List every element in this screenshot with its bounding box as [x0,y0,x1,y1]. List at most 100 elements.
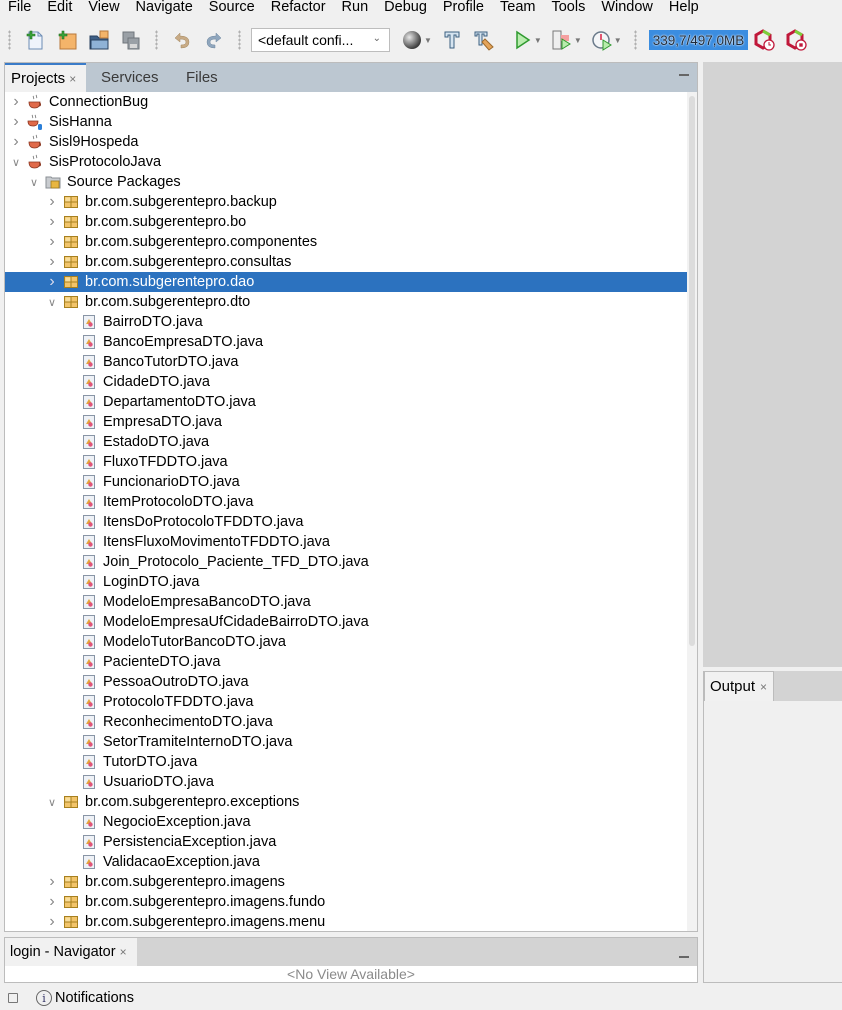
toolbar-grip[interactable] [238,30,241,50]
build-button[interactable] [438,26,466,54]
chevron-right-icon[interactable]: › [45,233,59,251]
chevron-right-icon[interactable]: › [9,93,23,111]
run-button[interactable] [508,26,536,54]
tree-item-package[interactable]: › br.com.subgerentepro.imagens.fundo [5,892,689,912]
tree-item-file[interactable]: DepartamentoDTO.java [5,392,689,412]
menu-file[interactable]: File [0,0,39,14]
close-icon[interactable]: × [760,680,767,694]
chevron-right-icon[interactable]: › [9,133,23,151]
tree-item-package[interactable]: › br.com.subgerentepro.backup [5,192,689,212]
info-icon[interactable]: i [36,990,52,1006]
close-icon[interactable]: × [120,945,127,959]
clean-build-button[interactable] [470,26,498,54]
tree-item-file[interactable]: BancoEmpresaDTO.java [5,332,689,352]
tree-item-project[interactable]: ∨ SisProtocoloJava [5,152,689,172]
tree-item-file[interactable]: ReconhecimentoDTO.java [5,712,689,732]
tree-item-package[interactable]: › br.com.subgerentepro.componentes [5,232,689,252]
menu-tools[interactable]: Tools [543,0,593,14]
debug-button[interactable] [548,26,576,54]
profile-button[interactable] [588,26,616,54]
chevron-down-icon[interactable]: ∨ [27,176,41,189]
tree-item-file[interactable]: NegocioException.java [5,812,689,832]
chevron-right-icon[interactable]: › [45,873,59,891]
tree-item-project[interactable]: › Sisl9Hospeda [5,132,689,152]
chevron-down-icon[interactable]: ∨ [45,796,59,809]
window-restore-icon[interactable] [8,993,18,1003]
memory-indicator[interactable]: 339,7/497,0MB [648,30,749,50]
menu-help[interactable]: Help [661,0,707,14]
toolbar-grip[interactable] [155,30,158,50]
tree-item-package[interactable]: ∨ br.com.subgerentepro.exceptions [5,792,689,812]
tree-item-file[interactable]: ItemProtocoloDTO.java [5,492,689,512]
new-project-button[interactable] [53,26,81,54]
chevron-down-icon[interactable]: ∨ [9,156,23,169]
menu-run[interactable]: Run [334,0,377,14]
tree-item-package[interactable]: › br.com.subgerentepro.bo [5,212,689,232]
browser-dropdown-icon[interactable]: ▼ [424,36,432,45]
menu-window[interactable]: Window [593,0,661,14]
tree-item-file[interactable]: SetorTramiteInternoDTO.java [5,732,689,752]
undo-button[interactable] [168,26,196,54]
redo-button[interactable] [200,26,228,54]
tree-item-file[interactable]: ValidacaoException.java [5,852,689,872]
chevron-right-icon[interactable]: › [45,273,59,291]
tab-files[interactable]: Files [180,63,224,92]
toolbar-grip[interactable] [633,30,637,50]
chevron-right-icon[interactable]: › [45,193,59,211]
tree-item-file[interactable]: ModeloEmpresaUfCidadeBairroDTO.java [5,612,689,632]
tree-item-file[interactable]: Join_Protocolo_Paciente_TFD_DTO.java [5,552,689,572]
tree-item-package[interactable]: › br.com.subgerentepro.imagens [5,872,689,892]
notifications-label[interactable]: Notifications [55,990,134,1006]
browser-button[interactable] [398,26,426,54]
tree-item-package[interactable]: ∨ br.com.subgerentepro.dto [5,292,689,312]
chevron-right-icon[interactable]: › [45,253,59,271]
chevron-right-icon[interactable]: › [45,893,59,911]
tree-item-file[interactable]: ModeloTutorBancoDTO.java [5,632,689,652]
tree-item-file[interactable]: PersistenciaException.java [5,832,689,852]
tree-item-file[interactable]: PacienteDTO.java [5,652,689,672]
chevron-down-icon[interactable]: ∨ [45,296,59,309]
run-dropdown-icon[interactable]: ▼ [534,36,542,45]
chevron-right-icon[interactable]: › [9,113,23,131]
tree-item-file[interactable]: CidadeDTO.java [5,372,689,392]
save-all-button[interactable] [117,26,145,54]
scrollbar-thumb[interactable] [689,96,695,646]
tree-item-file[interactable]: EmpresaDTO.java [5,412,689,432]
tree-item-file[interactable]: LoginDTO.java [5,572,689,592]
tab-projects[interactable]: Projects × [5,63,86,92]
tree-item-package[interactable]: › br.com.subgerentepro.imagens.menu [5,912,689,931]
chevron-right-icon[interactable]: › [45,213,59,231]
tree-item-file[interactable]: FuncionarioDTO.java [5,472,689,492]
toolbar-grip[interactable] [8,30,11,50]
tree-item-file[interactable]: FluxoTFDDTO.java [5,452,689,472]
menu-profile[interactable]: Profile [435,0,492,14]
open-project-button[interactable] [85,26,113,54]
profile-dropdown-icon[interactable]: ▼ [614,36,622,45]
menu-debug[interactable]: Debug [376,0,435,14]
tree-item-file[interactable]: ItensDoProtocoloTFDDTO.java [5,512,689,532]
debug-dropdown-icon[interactable]: ▼ [574,36,582,45]
menu-team[interactable]: Team [492,0,543,14]
tree-item-file[interactable]: ItensFluxoMovimentoTFDDTO.java [5,532,689,552]
tree-item-project-db[interactable]: › SisHanna [5,112,689,132]
configuration-select[interactable]: <default confi... ⌄ [251,28,390,52]
tree-item-package[interactable]: › br.com.subgerentepro.consultas [5,252,689,272]
tree-item-source-root[interactable]: ∨ Source Packages [5,172,689,192]
tree-item-project[interactable]: › ConnectionBug [5,92,689,112]
close-icon[interactable]: × [69,72,76,86]
tree-item-file[interactable]: BairroDTO.java [5,312,689,332]
tree-item-file[interactable]: ProtocoloTFDDTO.java [5,692,689,712]
tree-item-file[interactable]: ModeloEmpresaBancoDTO.java [5,592,689,612]
chevron-right-icon[interactable]: › [45,913,59,931]
tree-item-package[interactable]: › br.com.subgerentepro.dao [5,272,689,292]
menu-edit[interactable]: Edit [39,0,80,14]
tree-item-file[interactable]: BancoTutorDTO.java [5,352,689,372]
tab-output[interactable]: Output × [704,671,774,701]
menu-source[interactable]: Source [201,0,263,14]
menu-refactor[interactable]: Refactor [263,0,334,14]
minimize-button[interactable] [679,956,689,958]
tree-scrollbar[interactable] [687,92,697,931]
tab-services[interactable]: Services [95,63,165,92]
minimize-button[interactable] [679,74,689,76]
tab-navigator[interactable]: login - Navigator × [5,938,137,966]
